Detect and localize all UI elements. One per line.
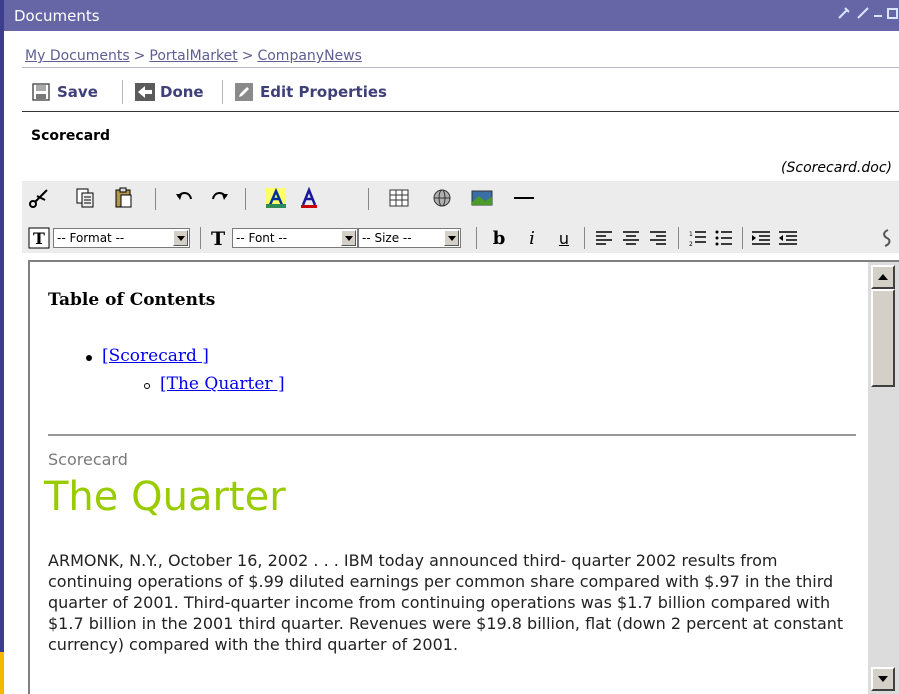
vertical-scrollbar[interactable]: [868, 262, 899, 694]
align-center-icon[interactable]: [619, 226, 643, 250]
breadcrumb-my-documents[interactable]: My Documents: [25, 48, 130, 64]
paste-icon[interactable]: [112, 186, 136, 210]
toc-link-the-quarter[interactable]: [The Quarter ]: [160, 374, 285, 394]
undo-icon[interactable]: [173, 186, 197, 210]
format-select-value: -- Format --: [57, 231, 125, 245]
horizontal-rule-icon[interactable]: [512, 186, 536, 210]
underline-button[interactable]: u: [552, 226, 576, 250]
align-right-icon[interactable]: [646, 226, 670, 250]
window-left-border: [0, 0, 4, 694]
bulleted-list-icon[interactable]: [712, 226, 736, 250]
highlight-color-icon[interactable]: [264, 186, 288, 210]
globe-link-icon[interactable]: [430, 186, 454, 210]
circle-bullet-icon: [144, 383, 150, 389]
toolbar-separator: [584, 227, 585, 249]
svg-text:T: T: [211, 228, 225, 249]
back-arrow-icon: [135, 83, 155, 101]
redo-icon[interactable]: [207, 186, 231, 210]
horizontal-rule: [48, 434, 856, 436]
edit-properties-label: Edit Properties: [260, 83, 387, 101]
format-icon[interactable]: T: [27, 226, 51, 250]
toolbar-separator: [245, 188, 246, 210]
align-left-icon[interactable]: [592, 226, 616, 250]
toc-link-scorecard[interactable]: [Scorecard ]: [102, 346, 209, 366]
configure-icon[interactable]: [856, 6, 870, 24]
body-paragraph: ARMONK, N.Y., October 16, 2002 . . . IBM…: [48, 551, 844, 654]
scroll-down-button[interactable]: [871, 667, 895, 691]
svg-text:T: T: [33, 229, 45, 248]
chevron-down-icon: [341, 230, 356, 246]
toolbar-separator: [200, 227, 201, 249]
scroll-up-button[interactable]: [871, 265, 895, 289]
font-select[interactable]: -- Font --: [232, 228, 358, 248]
size-select[interactable]: -- Size --: [358, 228, 461, 248]
document-name: Scorecard: [31, 128, 111, 144]
image-icon[interactable]: [470, 186, 494, 210]
chevron-down-icon: [444, 230, 459, 246]
done-label: Done: [160, 83, 204, 101]
toolbar-separator: [155, 188, 156, 210]
arrow-down-icon: [878, 676, 888, 682]
accent-strip: [0, 652, 4, 694]
toolbar-separator: [678, 227, 679, 249]
arrow-up-icon: [878, 274, 888, 280]
window-title-bar: Documents: [4, 0, 899, 31]
edit-portlet-icon[interactable]: [837, 6, 851, 24]
toolbar-separator: [222, 80, 223, 104]
font-color-icon[interactable]: [297, 186, 321, 210]
numbered-list-icon[interactable]: 12: [686, 226, 710, 250]
breadcrumb: My Documents > PortalMarket > CompanyNews: [25, 48, 362, 64]
font-icon[interactable]: T: [207, 226, 231, 250]
italic-button[interactable]: i: [520, 226, 544, 250]
outdent-icon[interactable]: [776, 226, 800, 250]
bold-button[interactable]: b: [487, 226, 511, 250]
breadcrumb-companynews[interactable]: CompanyNews: [257, 48, 361, 64]
document-filename: (Scorecard.doc): [781, 160, 892, 176]
save-icon: [32, 83, 50, 101]
maximize-icon[interactable]: [886, 6, 899, 24]
section-label: Scorecard: [48, 450, 128, 469]
done-button[interactable]: Done: [135, 80, 204, 104]
divider: [22, 111, 899, 112]
font-select-value: -- Font --: [236, 231, 288, 245]
editor-content[interactable]: Table of Contents [Scorecard ] [The Quar…: [30, 262, 868, 694]
toolbar-separator: [368, 188, 369, 210]
breadcrumb-portalmarket[interactable]: PortalMarket: [149, 48, 237, 64]
save-button[interactable]: Save: [32, 80, 98, 104]
svg-text:1: 1: [689, 231, 693, 238]
svg-text:2: 2: [689, 241, 693, 247]
window-title: Documents: [14, 7, 100, 25]
spellcheck-icon[interactable]: [873, 226, 897, 250]
table-icon[interactable]: [387, 186, 411, 210]
toolbar-separator: [476, 227, 477, 249]
edit-properties-button[interactable]: Edit Properties: [235, 80, 387, 104]
scrollbar-thumb[interactable]: [871, 289, 895, 387]
divider: [22, 67, 899, 68]
format-select[interactable]: -- Format --: [53, 228, 190, 248]
copy-icon[interactable]: [73, 186, 97, 210]
toc-heading: Table of Contents: [48, 290, 216, 310]
breadcrumb-separator: >: [133, 48, 146, 64]
bullet-icon: [86, 355, 92, 361]
pencil-icon: [235, 83, 253, 101]
section-heading: The Quarter: [44, 474, 286, 520]
save-label: Save: [57, 83, 98, 101]
size-select-value: -- Size --: [362, 231, 412, 245]
toolbar-separator: [742, 227, 743, 249]
chevron-down-icon: [173, 230, 188, 246]
minimize-icon[interactable]: [873, 6, 883, 24]
cut-icon[interactable]: [27, 186, 51, 210]
breadcrumb-separator: >: [241, 48, 254, 64]
indent-icon[interactable]: [749, 226, 773, 250]
toolbar-separator: [122, 80, 123, 104]
